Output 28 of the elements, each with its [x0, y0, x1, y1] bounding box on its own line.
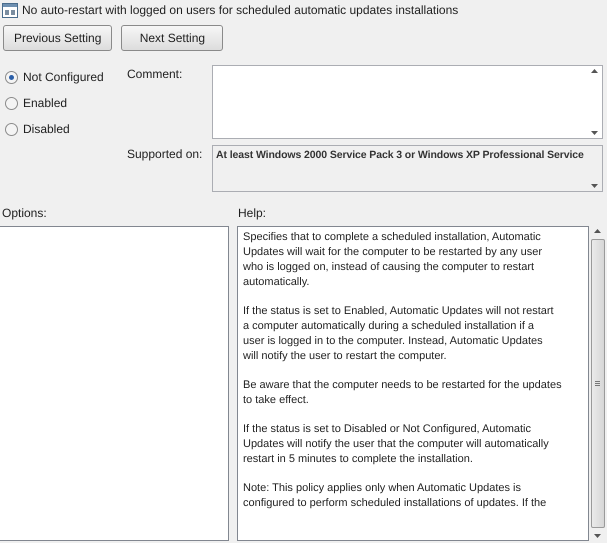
comment-label: Comment:: [127, 66, 184, 83]
options-label: Options:: [2, 206, 48, 222]
scroll-up-icon[interactable]: [594, 229, 601, 233]
help-paragraph: If the status is set to Disabled or Not Configured, Automatic Updates will notify the user that the computer will automatically restart in 5 minutes to complete the installation.: [243, 422, 550, 467]
help-paragraph: Note: This policy applies only when Automatic Updates is configured to perform scheduled installations of updates. If the: [243, 481, 548, 511]
radio-label: Disabled: [23, 122, 70, 136]
setting-nav-button[interactable]: Previous Setting: [3, 25, 112, 51]
help-paragraph: Be aware that the computer needs to be restarted for the updates to take effect.: [243, 378, 563, 408]
help-paragraph: If the status is set to Enabled, Automatic Updates will not restart a computer automatically during a scheduled installation if a user is logged in to the computer. Instead, Automatic Updates will notify the user to restart the computer.: [243, 304, 555, 364]
radio-label: Not Configured: [23, 70, 104, 84]
supported-on-field: At least Windows 2000 Service Pack 3 or Windows XP Professional Service: [212, 145, 603, 192]
scroll-down-icon[interactable]: [590, 131, 598, 135]
supported-on-label: Supported on:: [127, 146, 204, 163]
scroll-down-icon[interactable]: [594, 534, 601, 538]
radio-label: Enabled: [23, 96, 68, 110]
comment-field[interactable]: [212, 65, 603, 139]
radio-button[interactable]: [5, 122, 18, 136]
scroll-thumb[interactable]: [590, 239, 604, 528]
setting-nav-button[interactable]: Next Setting: [121, 25, 224, 51]
radio-button[interactable]: [5, 96, 18, 110]
help-label: Help:: [238, 206, 266, 222]
grip-icon: [595, 381, 600, 386]
window-title: No auto-restart with logged on users for scheduled automatic updates installations: [22, 3, 458, 17]
radio-button[interactable]: [5, 70, 18, 84]
scroll-up-icon[interactable]: [590, 69, 598, 73]
help-paragraph: Specifies that to complete a scheduled installation, Automatic Updates will wait for the computer to be restarted by any user who is logged on, instead of causing the computer to restart automatically.: [243, 230, 543, 290]
scroll-down-icon[interactable]: [590, 184, 598, 188]
policy-setting-icon: [2, 2, 18, 18]
